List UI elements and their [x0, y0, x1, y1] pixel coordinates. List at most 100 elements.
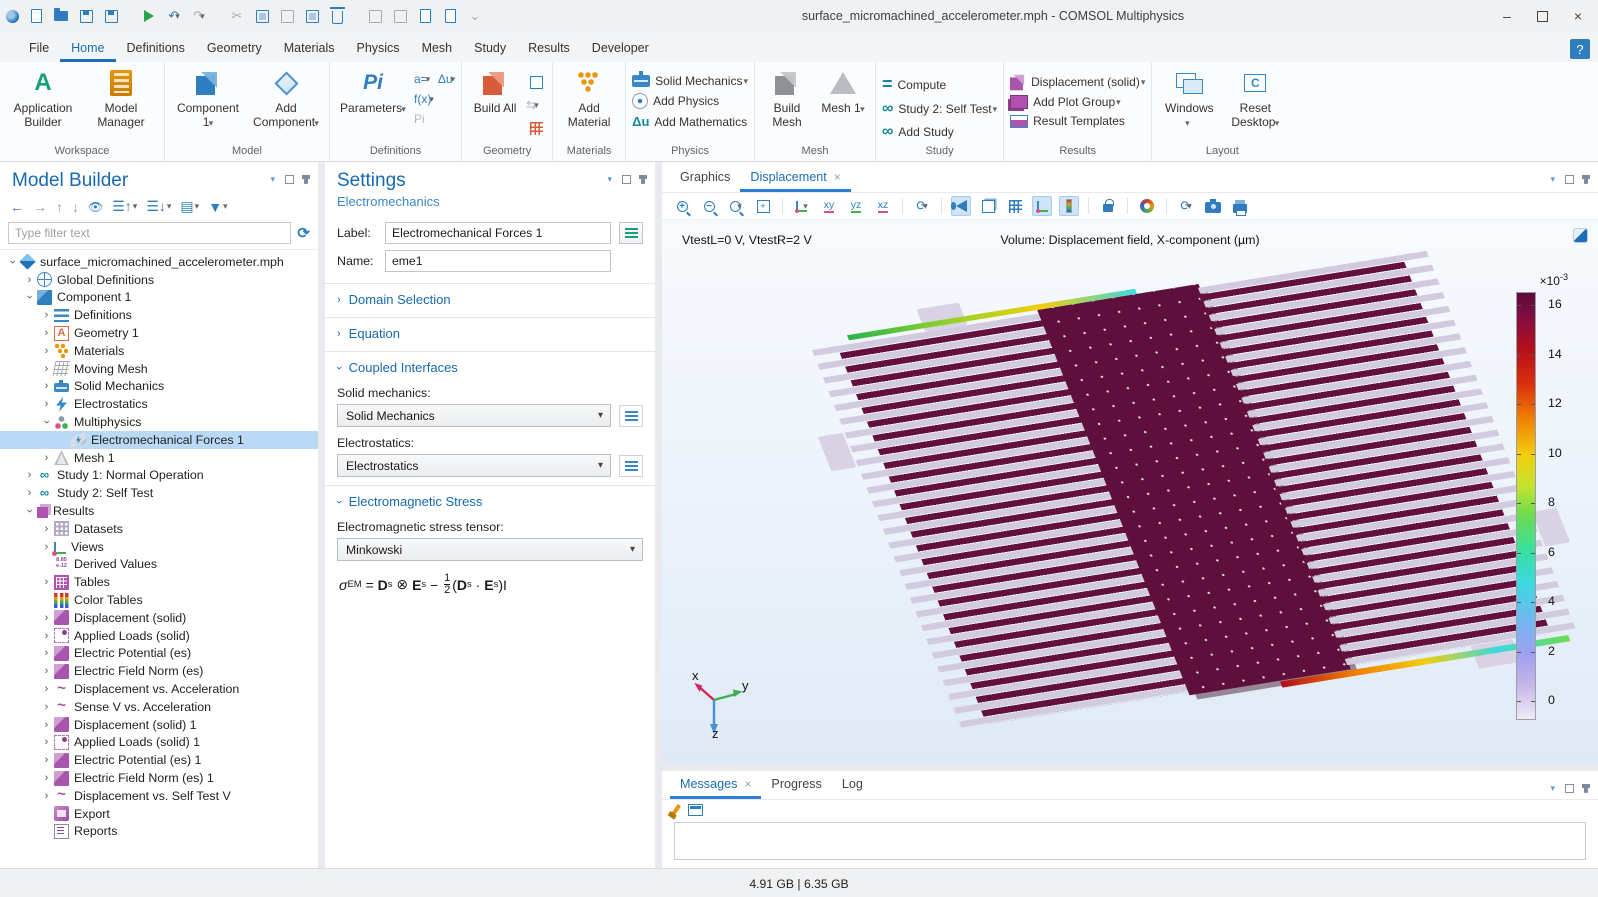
chevron-right-icon[interactable]: › — [40, 683, 53, 695]
view-yz-icon[interactable]: yz — [846, 196, 866, 216]
add-plot-group-button[interactable]: Add Plot Group▾ — [1010, 95, 1145, 109]
tree-item[interactable]: Export — [0, 805, 318, 823]
show-grid-icon[interactable] — [1005, 196, 1025, 216]
tree-item[interactable]: ›Definitions — [0, 306, 318, 324]
tree-item[interactable]: ›Views — [0, 538, 318, 556]
clear-messages-icon[interactable] — [671, 804, 681, 816]
model-manager-button[interactable]: Model Manager — [84, 66, 158, 132]
copy-icon[interactable] — [254, 8, 270, 24]
tree-item[interactable]: ›Applied Loads (solid) 1 — [0, 734, 318, 752]
tree-item[interactable]: ›Tables — [0, 573, 318, 591]
panel-float-icon[interactable] — [622, 175, 631, 184]
show-icon[interactable]: 👁 — [88, 200, 103, 214]
forward-icon[interactable]: → — [33, 199, 47, 215]
tree-item[interactable]: Electromechanical Forces 1 — [0, 431, 318, 449]
menu-item-file[interactable]: File — [18, 35, 60, 62]
zoom-extents-icon[interactable]: + — [753, 196, 773, 216]
add-material-button[interactable]: Add Material — [559, 66, 619, 132]
variables-button[interactable]: a=▾ — [414, 72, 434, 86]
menu-item-mesh[interactable]: Mesh — [411, 35, 464, 62]
redo-icon[interactable]: ↷▾ — [191, 8, 207, 24]
zoom-box-icon[interactable]: ▾ — [726, 196, 746, 216]
view-orientation-icon[interactable]: ▾ — [792, 196, 812, 216]
build-all-button[interactable]: Build All — [468, 66, 522, 118]
model-tree-nodes-icon[interactable]: ▤▾ — [180, 198, 199, 215]
section-domain-selection[interactable]: › Domain Selection — [325, 283, 655, 309]
chevron-right-icon[interactable]: › — [40, 327, 53, 339]
refresh-icon[interactable]: ⟳ — [297, 224, 310, 242]
back-icon[interactable]: ← — [10, 199, 24, 215]
study2-button[interactable]: ∞Study 2: Self Test▾ — [882, 100, 997, 118]
tree-item[interactable]: ›Datasets — [0, 520, 318, 538]
menu-item-definitions[interactable]: Definitions — [116, 35, 196, 62]
nonlocal-couplings-button[interactable]: Δu▾ — [438, 72, 455, 86]
physics-interface-select[interactable]: Solid Mechanics▾ — [632, 74, 748, 88]
section-electromagnetic-stress[interactable]: › Electromagnetic Stress — [325, 485, 655, 511]
delete-icon[interactable] — [329, 8, 345, 24]
add-study-button[interactable]: ∞Add Study — [882, 123, 997, 141]
new-file-icon[interactable] — [28, 8, 44, 24]
tree-item[interactable]: ›Displacement (solid) — [0, 609, 318, 627]
help-button[interactable]: ? — [1570, 39, 1590, 59]
save-as-icon[interactable] — [103, 8, 119, 24]
panel-menu-icon[interactable]: ▾ — [1550, 174, 1555, 185]
undo-icon[interactable]: ↶▾ — [166, 8, 182, 24]
menu-item-home[interactable]: Home — [60, 35, 115, 62]
close-button[interactable]: × — [1574, 8, 1582, 24]
messages-content[interactable] — [674, 822, 1586, 860]
graphics-tab-graphics[interactable]: Graphics — [670, 163, 740, 192]
chevron-right-icon[interactable]: › — [40, 630, 53, 642]
chevron-right-icon[interactable]: › — [40, 612, 53, 624]
tree-item[interactable]: Color Tables — [0, 591, 318, 609]
menu-item-materials[interactable]: Materials — [273, 35, 346, 62]
tree-item[interactable]: ›Electrostatics — [0, 395, 318, 413]
tree-item[interactable]: ›Study 1: Normal Operation — [0, 467, 318, 485]
functions-button[interactable]: f(x)▾ — [414, 92, 434, 106]
application-builder-button[interactable]: A Application Builder — [6, 66, 80, 132]
tensor-select[interactable]: Minkowski — [337, 538, 643, 561]
minimize-button[interactable]: – — [1503, 8, 1511, 24]
tree-item[interactable]: ›Electric Potential (es) — [0, 645, 318, 663]
splitter[interactable] — [318, 162, 325, 868]
chevron-right-icon[interactable]: › — [40, 541, 53, 553]
rename-button[interactable] — [619, 222, 643, 244]
rotate-icon[interactable]: ⟳▾ — [912, 196, 932, 216]
section-equation[interactable]: › Equation — [325, 317, 655, 343]
electrostatics-select[interactable]: Electrostatics — [337, 454, 611, 477]
save-icon[interactable] — [78, 8, 94, 24]
panel-pin-icon[interactable] — [1584, 784, 1588, 793]
chevron-right-icon[interactable]: › — [40, 701, 53, 713]
cut-icon[interactable]: ✂ — [229, 8, 245, 24]
tree-item[interactable]: ›Sense V vs. Acceleration — [0, 698, 318, 716]
panel-menu-icon[interactable]: ▾ — [270, 174, 275, 185]
chevron-right-icon[interactable]: › — [40, 772, 53, 784]
panel-menu-icon[interactable]: ▾ — [1550, 783, 1555, 794]
graphics-tab-displacement[interactable]: Displacement× — [740, 163, 850, 192]
maximize-button[interactable] — [1537, 11, 1548, 22]
lock-view-icon[interactable] — [1098, 196, 1118, 216]
print-icon[interactable] — [1230, 196, 1250, 216]
tree-item[interactable]: ›Component 1 — [0, 289, 318, 307]
snapshot-icon[interactable] — [1203, 196, 1223, 216]
menu-item-developer[interactable]: Developer — [581, 35, 660, 62]
chevron-right-icon[interactable]: › — [40, 345, 53, 357]
parameters-button[interactable]: Pi Parameters ▾ — [336, 66, 410, 119]
tree-item[interactable]: ›Mesh 1 — [0, 449, 318, 467]
geometry-parts-icon[interactable] — [526, 118, 546, 138]
tree-item[interactable]: ›Materials — [0, 342, 318, 360]
chevron-right-icon[interactable]: › — [40, 380, 53, 392]
scene-light-icon[interactable]: ▾ — [1137, 196, 1157, 216]
chevron-down-icon[interactable]: › — [24, 291, 36, 304]
panel-menu-icon[interactable]: ▾ — [607, 174, 612, 185]
tree-item[interactable]: ›Geometry 1 — [0, 324, 318, 342]
chevron-right-icon[interactable]: › — [40, 790, 53, 802]
messages-tab-log[interactable]: Log — [832, 771, 873, 799]
add-component-button[interactable]: Add Component ▾ — [249, 66, 323, 133]
tree-item[interactable]: ›Electric Field Norm (es) 1 — [0, 769, 318, 787]
chevron-right-icon[interactable]: › — [40, 452, 53, 464]
chevron-right-icon[interactable]: › — [40, 398, 53, 410]
add-mathematics-button[interactable]: ΔuAdd Mathematics — [632, 114, 748, 129]
close-tab-icon[interactable]: × — [744, 777, 751, 791]
reset-desktop-button[interactable]: C Reset Desktop ▾ — [1224, 66, 1286, 133]
zoom-in-icon[interactable]: + — [672, 196, 692, 216]
